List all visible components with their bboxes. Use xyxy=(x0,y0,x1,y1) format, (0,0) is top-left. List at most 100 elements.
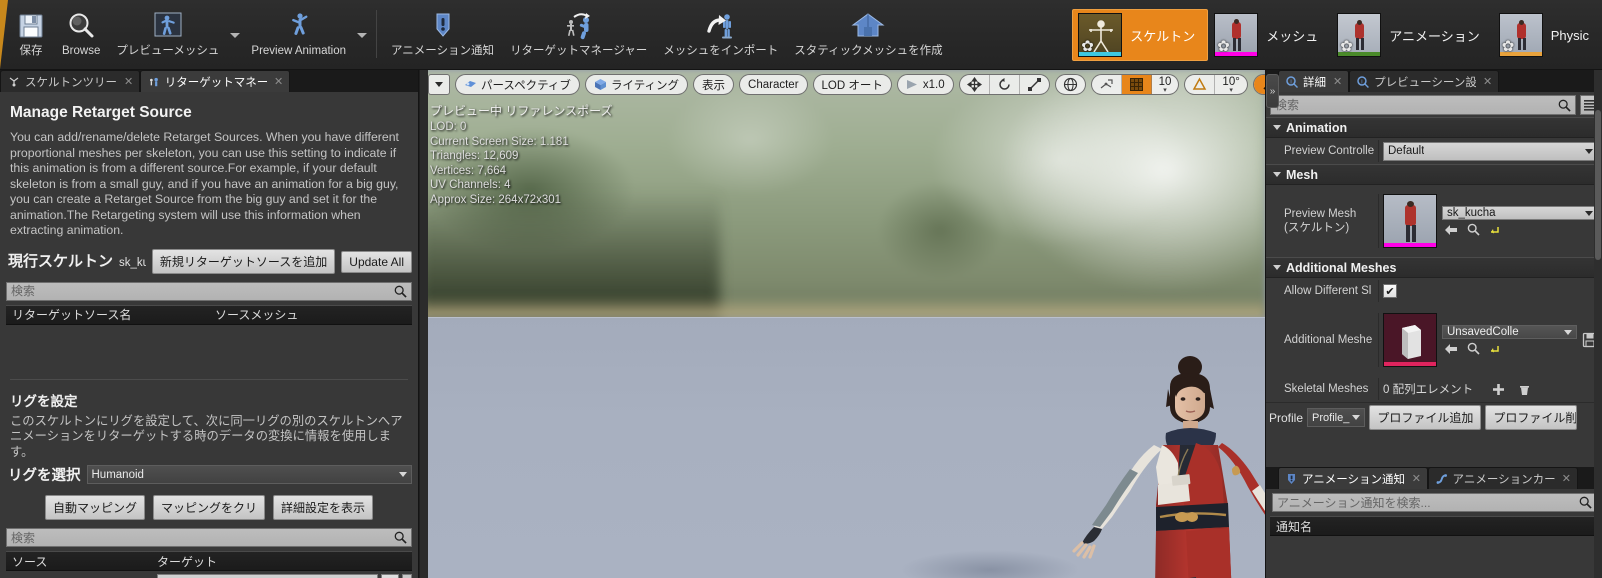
browse-icon xyxy=(66,9,96,43)
viewport-playrate-button[interactable]: x1.0 xyxy=(896,74,954,95)
show-advanced-button[interactable]: 詳細設定を表示 xyxy=(273,495,374,520)
expand-panel-button[interactable]: » xyxy=(1266,74,1279,108)
create-static-mesh-button[interactable]: スタティックメッシュを作成 xyxy=(786,6,950,64)
preview-mesh-dropdown[interactable] xyxy=(227,6,243,64)
save-button[interactable]: 保存 xyxy=(8,6,54,64)
preview-mesh-dropdown[interactable]: sk_kucha xyxy=(1442,206,1598,220)
notify-search[interactable] xyxy=(1272,493,1597,512)
close-icon[interactable]: ✕ xyxy=(124,75,133,88)
details-search-input[interactable] xyxy=(1275,98,1558,112)
remove-profile-button[interactable]: プロファイル削除 xyxy=(1485,405,1578,430)
column-header-notify-name[interactable]: 通知名 xyxy=(1270,518,1312,535)
viewport-lod-button[interactable]: LOD オート xyxy=(812,74,892,95)
create-static-mesh-button-label: スタティックメッシュを作成 xyxy=(794,45,943,57)
viewport-options-menu[interactable] xyxy=(428,74,450,95)
browse-button[interactable]: Browse xyxy=(54,6,108,64)
section-header-additional-meshes[interactable]: Additional Meshes xyxy=(1266,257,1602,278)
add-retarget-source-button[interactable]: 新規リターゲットソースを追加 xyxy=(151,248,336,274)
column-header-source[interactable]: ソース xyxy=(6,553,151,570)
grid-size-dropdown[interactable]: 10 ▾ xyxy=(1152,75,1179,94)
add-array-element-icon[interactable] xyxy=(1492,383,1505,396)
delete-array-icon[interactable] xyxy=(1518,383,1531,396)
close-icon[interactable]: ✕ xyxy=(1562,472,1571,485)
preview-animation-button[interactable]: Preview Animation xyxy=(243,6,354,64)
clear-bone-mapping-button[interactable]: x xyxy=(381,574,399,578)
details-scrollbar[interactable] xyxy=(1594,70,1602,578)
viewport-scale-snap-group: 0.25 ▾ xyxy=(1252,74,1265,95)
mode-button-skeleton[interactable]: ✿ スケルトン xyxy=(1072,9,1209,61)
grid-snap-toggle[interactable] xyxy=(1121,75,1152,94)
mode-button-physics[interactable]: ✿ Physic xyxy=(1493,9,1602,61)
auto-mapping-button[interactable]: 自動マッピング xyxy=(44,495,145,520)
retarget-manager-button[interactable]: リターゲットマネージャー xyxy=(502,6,655,64)
tab-preview-scene-label: プレビューシーン設 xyxy=(1374,76,1476,89)
anim-notifies-button[interactable]: アニメーション通知 xyxy=(383,6,502,64)
translate-gizmo-button[interactable] xyxy=(960,75,990,94)
tab-retarget-manager[interactable]: リターゲットマネー: ✕ xyxy=(140,70,291,92)
toolbar-separator xyxy=(376,9,378,58)
skeletal-meshes-element-count: 0 配列エレメント xyxy=(1383,384,1474,396)
angle-snap-toggle[interactable] xyxy=(1185,75,1216,94)
bone-mapping-search[interactable] xyxy=(6,528,412,547)
close-icon[interactable]: ✕ xyxy=(1412,472,1421,485)
property-value-preview-mesh: sk_kucha xyxy=(1378,194,1598,248)
rig-select-dropdown[interactable]: Humanoid xyxy=(86,465,412,484)
viewport[interactable]: パースペクティブ ライティング 表示 Character LOD オート x1.… xyxy=(420,70,1265,578)
surface-snap-button[interactable] xyxy=(1092,75,1122,94)
profile-dropdown[interactable]: Profile_ xyxy=(1307,408,1366,427)
details-search[interactable] xyxy=(1270,95,1576,115)
details-scrollbar-thumb[interactable] xyxy=(1595,110,1601,260)
reset-to-default-icon[interactable] xyxy=(1489,343,1501,355)
world-space-button[interactable] xyxy=(1056,75,1085,94)
column-header-source-name[interactable]: リターゲットソース名 xyxy=(6,306,209,323)
scale-snap-toggle[interactable] xyxy=(1253,75,1265,94)
browse-to-asset-icon[interactable] xyxy=(1467,223,1480,236)
bone-mapping-search-input[interactable] xyxy=(11,530,394,545)
scale-gizmo-button[interactable] xyxy=(1020,75,1049,94)
column-header-source-mesh[interactable]: ソースメッシュ xyxy=(209,306,298,323)
angle-value-dropdown[interactable]: 10° ▾ xyxy=(1215,75,1246,94)
section-title-additional-meshes: Additional Meshes xyxy=(1286,260,1397,275)
close-icon[interactable]: ✕ xyxy=(1483,75,1492,88)
add-profile-button[interactable]: プロファイル追加 xyxy=(1369,405,1482,430)
preview-character-mesh[interactable] xyxy=(1020,345,1265,578)
viewport-character-button[interactable]: Character xyxy=(739,74,808,95)
bone-target-dropdown[interactable]: root xyxy=(157,574,378,578)
rotate-gizmo-button[interactable] xyxy=(990,75,1020,94)
viewport-lighting-button[interactable]: ライティング xyxy=(584,74,689,95)
close-icon[interactable]: ✕ xyxy=(1333,75,1342,88)
additional-meshes-dropdown[interactable]: UnsavedColle xyxy=(1442,325,1577,339)
section-header-mesh[interactable]: Mesh xyxy=(1266,164,1602,185)
clear-mapping-button[interactable]: マッピングをクリ xyxy=(152,495,265,520)
mode-button-mesh[interactable]: ✿ メッシュ xyxy=(1208,9,1331,61)
close-icon[interactable]: ✕ xyxy=(274,75,283,88)
viewport-perspective-button[interactable]: パースペクティブ xyxy=(455,74,580,95)
section-header-animation[interactable]: Animation xyxy=(1266,117,1602,138)
viewport-show-button[interactable]: 表示 xyxy=(693,74,735,95)
additional-meshes-thumbnail[interactable] xyxy=(1383,313,1437,367)
preview-mesh-button[interactable]: プレビューメッシュ xyxy=(108,6,227,64)
browse-to-asset-icon[interactable] xyxy=(1467,342,1480,355)
mode-button-animation[interactable]: ✿ アニメーション xyxy=(1331,9,1492,61)
import-mesh-button[interactable]: メッシュをインポート xyxy=(655,6,786,64)
tab-anim-notifies[interactable]: アニメーション通知 ✕ xyxy=(1278,467,1428,489)
retarget-source-search[interactable] xyxy=(6,281,412,301)
retarget-source-search-input[interactable] xyxy=(11,284,394,298)
row-scrollbar[interactable] xyxy=(402,574,412,578)
tab-preview-scene-settings[interactable]: i プレビューシーン設 ✕ xyxy=(1349,70,1500,92)
import-mesh-icon xyxy=(705,9,737,43)
use-selected-arrow-icon[interactable] xyxy=(1444,343,1458,355)
use-selected-arrow-icon[interactable] xyxy=(1444,224,1458,236)
unreal-persona-editor: 保存 Browse プレビューメッシュ Preview Animation アニ… xyxy=(0,0,1602,578)
preview-controller-dropdown[interactable]: Default xyxy=(1383,141,1598,161)
tab-skeleton-tree[interactable]: スケルトンツリー ✕ xyxy=(0,70,141,92)
allow-different-skeletons-checkbox[interactable]: ✔ xyxy=(1383,284,1397,298)
reset-to-default-icon[interactable] xyxy=(1489,224,1501,236)
preview-animation-dropdown[interactable] xyxy=(354,6,370,64)
update-all-button[interactable]: Update All xyxy=(341,250,412,273)
notify-search-input[interactable] xyxy=(1277,495,1579,510)
tab-details[interactable]: i 詳細 ✕ xyxy=(1278,70,1350,92)
preview-mesh-thumbnail[interactable] xyxy=(1383,194,1437,248)
tab-anim-curves[interactable]: アニメーションカー: ✕ xyxy=(1428,467,1578,489)
column-header-target[interactable]: ターゲット xyxy=(151,553,217,570)
